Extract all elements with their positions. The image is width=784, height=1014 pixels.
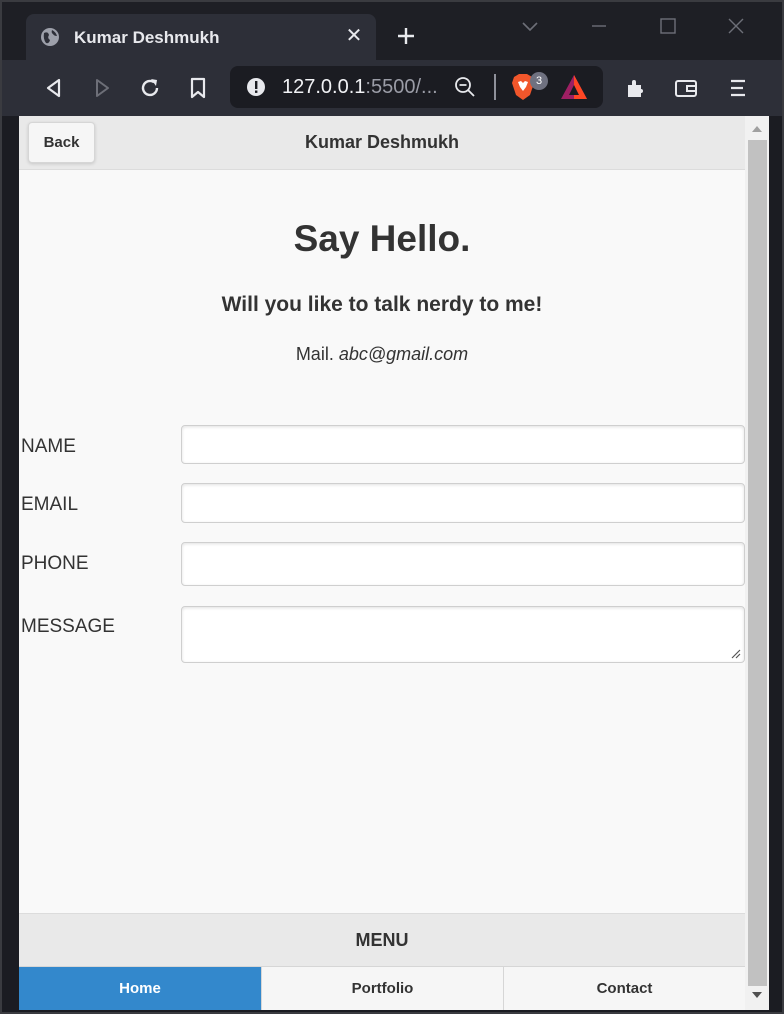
scroll-up-arrow-icon[interactable] <box>751 124 763 134</box>
forward-icon[interactable] <box>90 76 114 100</box>
nav-contact[interactable]: Contact <box>504 967 745 1010</box>
page-subtitle: Will you like to talk nerdy to me! <box>221 293 543 316</box>
menu-label: MENU <box>355 930 409 950</box>
page-viewport: Back Kumar Deshmukh Say Hello. Will you … <box>19 116 745 1010</box>
site-info-icon[interactable] <box>246 77 266 97</box>
bookmark-icon[interactable] <box>186 76 210 100</box>
reload-icon[interactable] <box>138 76 162 100</box>
nav-portfolio[interactable]: Portfolio <box>262 967 504 1010</box>
email-label: EMAIL <box>21 494 79 515</box>
header-title: Kumar Deshmukh <box>304 132 460 152</box>
wallet-icon[interactable] <box>674 76 698 100</box>
scroll-down-arrow-icon[interactable] <box>751 990 763 1000</box>
mail-address: abc@gmail.com <box>338 344 469 364</box>
resize-grip-icon[interactable] <box>731 649 741 659</box>
close-window-icon[interactable] <box>724 14 748 38</box>
browser-tab[interactable]: Kumar Deshmukh ✕ <box>26 14 376 60</box>
minimize-icon[interactable] <box>587 14 611 38</box>
scroll-thumb[interactable] <box>748 140 767 986</box>
menu-bar: MENU <box>19 913 745 966</box>
back-icon[interactable] <box>42 76 66 100</box>
browser-toolbar: 127.0.0.1:5500/... 3 <box>2 60 782 116</box>
page-title: Say Hello. <box>293 218 471 259</box>
new-tab-icon[interactable] <box>394 24 418 48</box>
globe-icon <box>41 28 59 46</box>
page-header: Back Kumar Deshmukh <box>19 116 745 170</box>
vertical-scrollbar[interactable] <box>745 116 769 1010</box>
extensions-icon[interactable] <box>624 76 648 100</box>
address-bar[interactable]: 127.0.0.1:5500/... 3 <box>230 66 603 108</box>
phone-label: PHONE <box>21 553 89 574</box>
browser-window: Kumar Deshmukh ✕ 127.0.0.1:5500/... 3 Ba… <box>0 0 784 1014</box>
nav-home[interactable]: Home <box>19 967 262 1010</box>
mail-line: Mail. abc@gmail.com <box>19 344 745 365</box>
tab-strip: Kumar Deshmukh ✕ <box>2 2 782 60</box>
mail-prefix: Mail. <box>295 344 334 364</box>
phone-field[interactable] <box>181 542 745 586</box>
url-text: 127.0.0.1:5500/... <box>282 76 438 99</box>
bottom-navbar: Home Portfolio Contact <box>19 966 745 1010</box>
name-field[interactable] <box>181 425 745 464</box>
address-bar-divider <box>494 74 496 100</box>
brave-rewards-icon[interactable] <box>560 74 588 100</box>
email-field[interactable] <box>181 483 745 523</box>
name-label: NAME <box>21 436 76 457</box>
shields-badge: 3 <box>530 72 548 90</box>
hamburger-menu-icon[interactable] <box>726 76 750 100</box>
tab-close-icon[interactable]: ✕ <box>344 26 364 46</box>
url-host: 127.0.0.1 <box>282 76 366 98</box>
url-path: :5500/... <box>365 76 438 98</box>
zoom-out-icon[interactable] <box>454 76 476 98</box>
message-textarea[interactable] <box>181 606 745 663</box>
tab-title: Kumar Deshmukh <box>74 28 220 47</box>
maximize-icon[interactable] <box>656 14 680 38</box>
tab-search-chevron-icon[interactable] <box>518 14 542 38</box>
message-label: MESSAGE <box>21 616 115 637</box>
